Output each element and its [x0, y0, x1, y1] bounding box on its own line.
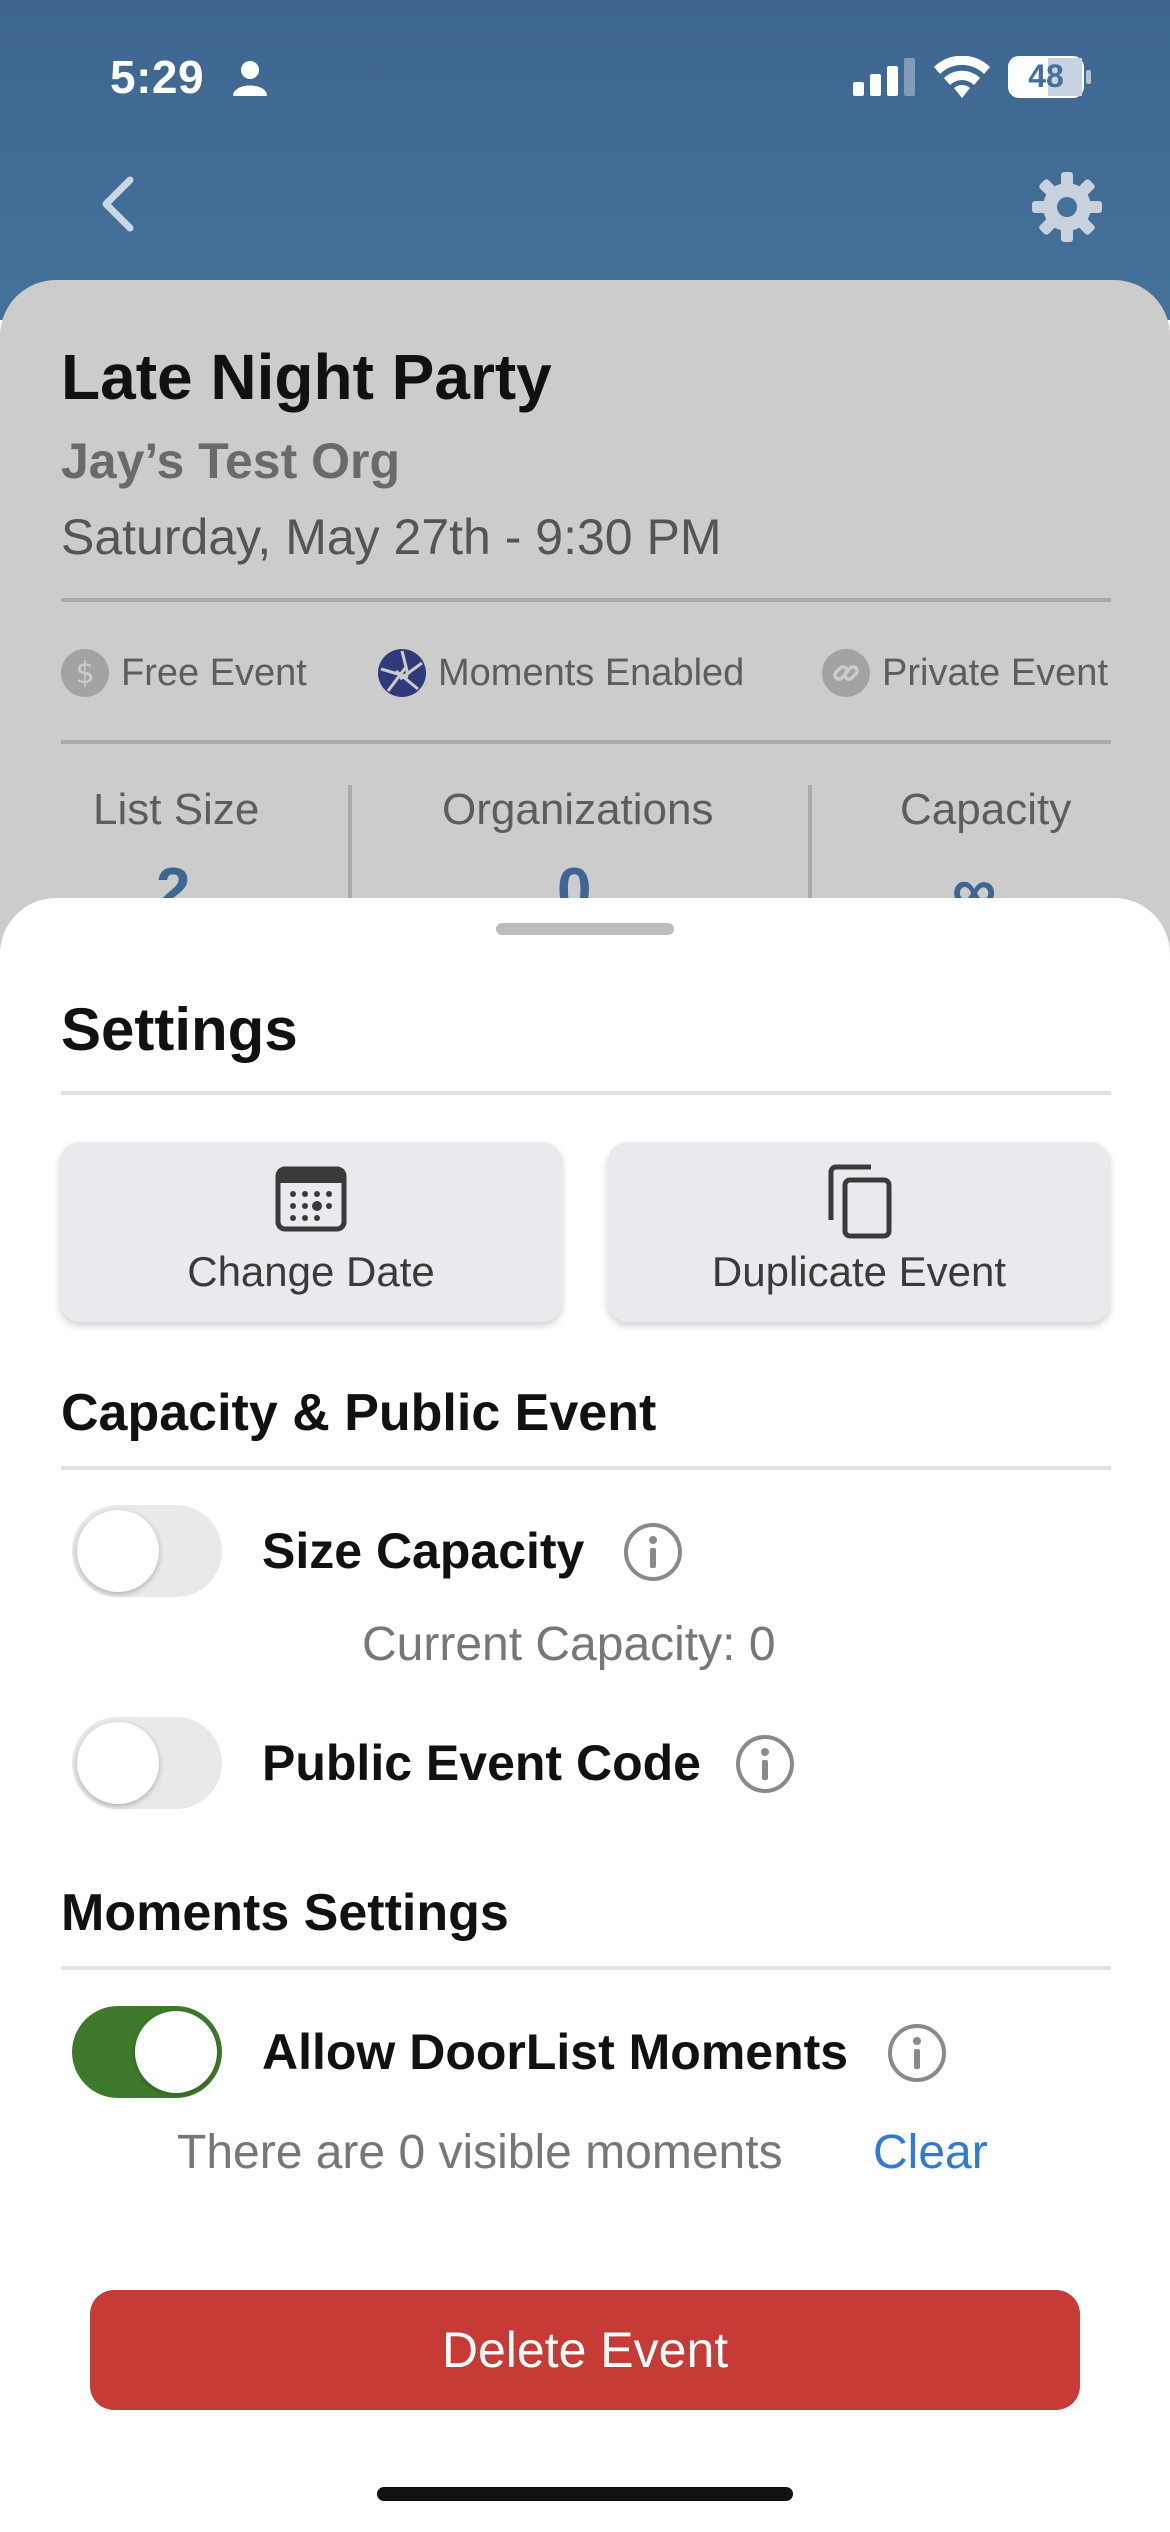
signal-icon [853, 58, 915, 96]
info-icon[interactable] [887, 2023, 947, 2083]
clear-moments-link[interactable]: Clear [873, 2125, 988, 2180]
person-icon [233, 61, 267, 96]
delete-event-button[interactable]: Delete Event [90, 2290, 1080, 2410]
public-event-code-label: Public Event Code [262, 1735, 701, 1791]
duplicate-event-label: Duplicate Event [711, 1248, 1007, 1295]
stat-separator [808, 785, 812, 915]
stat-separator [348, 785, 352, 915]
stat-capacity-label: Capacity [900, 785, 1072, 834]
toggle-knob [77, 1722, 159, 1804]
allow-moments-toggle[interactable] [72, 2006, 222, 2098]
dollar-icon: $ [61, 649, 109, 697]
tag-free-event: $ Free Event [61, 645, 307, 701]
moments-section-title: Moments Settings [61, 1884, 509, 1942]
tag-label: Private Event [882, 651, 1108, 694]
info-icon[interactable] [735, 1734, 795, 1794]
aperture-icon [378, 649, 426, 697]
divider [61, 598, 1111, 602]
calendar-icon [275, 1166, 347, 1232]
divider [61, 740, 1111, 744]
size-capacity-label: Size Capacity [262, 1523, 585, 1579]
copy-icon [828, 1164, 892, 1239]
stat-list-size-label: List Size [93, 785, 260, 834]
wifi-icon [934, 56, 990, 98]
change-date-button[interactable]: Change Date [60, 1142, 562, 1322]
duplicate-event-button[interactable]: Duplicate Event [608, 1142, 1110, 1322]
public-event-code-toggle[interactable] [72, 1717, 222, 1809]
event-title: Late Night Party [61, 341, 552, 413]
change-date-label: Change Date [187, 1248, 435, 1295]
divider [61, 1966, 1111, 1970]
gear-icon[interactable] [1032, 172, 1102, 242]
info-icon[interactable] [623, 1522, 683, 1582]
settings-title: Settings [61, 996, 298, 1063]
status-time: 5:29 [110, 51, 205, 103]
header-bar [0, 0, 1170, 320]
allow-moments-label: Allow DoorList Moments [262, 2024, 849, 2080]
battery-icon: 48 [1008, 56, 1092, 98]
stat-organizations-label: Organizations [442, 785, 714, 834]
divider [61, 1091, 1111, 1095]
tag-moments-enabled: Moments Enabled [378, 645, 744, 701]
tag-private-event: Private Event [822, 645, 1108, 701]
capacity-section-title: Capacity & Public Event [61, 1384, 657, 1442]
divider [61, 1466, 1111, 1470]
link-icon [822, 649, 870, 697]
tag-label: Moments Enabled [438, 651, 745, 694]
home-indicator [377, 2487, 793, 2501]
battery-level: 48 [1028, 58, 1064, 94]
org-name: Jay’s Test Org [61, 433, 401, 489]
tag-label: Free Event [121, 651, 307, 694]
svg-text:$: $ [75, 656, 94, 691]
sheet-grabber[interactable] [496, 923, 674, 935]
event-date: Saturday, May 27th - 9:30 PM [61, 509, 722, 565]
toggle-knob [77, 1510, 159, 1592]
current-capacity-text: Current Capacity: 0 [362, 1618, 776, 1671]
toggle-knob [135, 2011, 217, 2093]
visible-moments-text: There are 0 visible moments [177, 2126, 783, 2179]
back-button[interactable] [92, 168, 148, 240]
size-capacity-toggle[interactable] [72, 1505, 222, 1597]
